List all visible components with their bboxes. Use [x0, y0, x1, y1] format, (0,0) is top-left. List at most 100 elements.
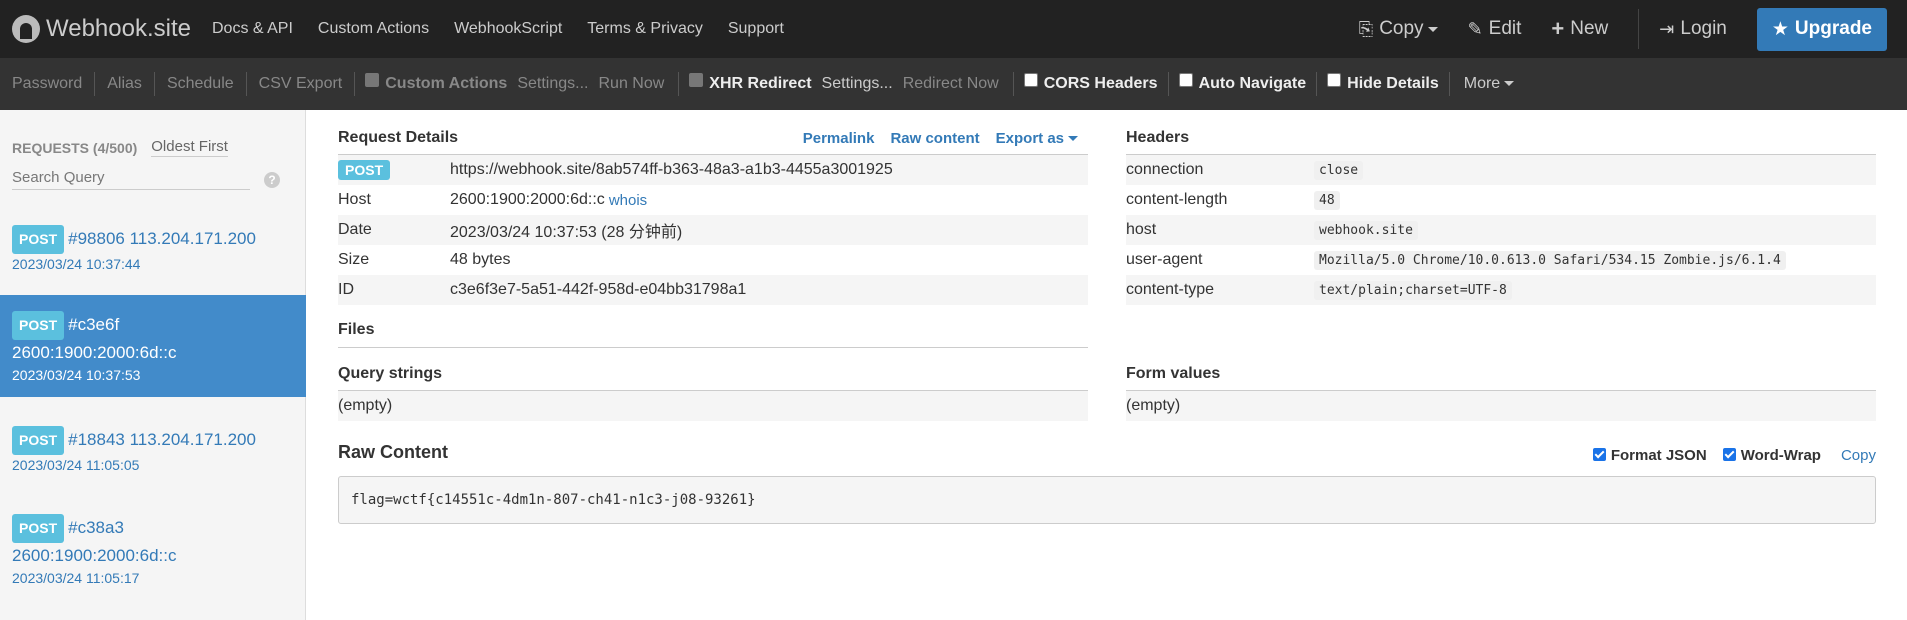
- custom-actions-toggle[interactable]: Custom Actions: [355, 73, 517, 93]
- header-row: user-agent Mozilla/5.0 Chrome/10.0.613.0…: [1126, 245, 1876, 275]
- more-dropdown[interactable]: More: [1450, 75, 1515, 93]
- xhr-redirect-label: XHR Redirect: [709, 75, 812, 92]
- copy-icon: ⎘: [1358, 18, 1374, 39]
- request-date: 2023/03/24 11:05:17: [12, 570, 140, 586]
- nav-custom-actions[interactable]: Custom Actions: [318, 20, 429, 38]
- id-value: c3e6f3e7-5a51-442f-958d-e04bb31798a1: [450, 281, 747, 298]
- header-key: user-agent: [1126, 251, 1203, 268]
- headers-title: Headers: [1126, 129, 1190, 146]
- webhook-logo-icon: [12, 15, 40, 43]
- word-wrap-toggle[interactable]: Word-Wrap: [1722, 446, 1821, 464]
- size-value: 48 bytes: [450, 251, 511, 268]
- post-badge: POST: [12, 426, 65, 455]
- request-title: #98806 113.204.171.200: [68, 229, 256, 248]
- post-badge: POST: [338, 160, 391, 180]
- new-button[interactable]: + New: [1551, 16, 1608, 42]
- format-json-checkbox[interactable]: [1592, 447, 1606, 461]
- auto-navigate-toggle[interactable]: Auto Navigate: [1169, 73, 1317, 93]
- nav-actions: ⎘ Copy ✎ Edit + New ⇥ Login ★ Upgrade: [1359, 0, 1907, 58]
- login-button[interactable]: ⇥ Login: [1659, 18, 1727, 40]
- nav-support[interactable]: Support: [728, 20, 784, 38]
- auto-navigate-checkbox[interactable]: [1178, 73, 1193, 87]
- date-label: Date: [338, 221, 372, 238]
- id-row: ID c3e6f3e7-5a51-442f-958d-e04bb31798a1: [338, 275, 1088, 305]
- form-values-title: Form values: [1126, 365, 1221, 382]
- raw-content-text: flag=wctf{c14551c-4dm1n-807-ch41-n1c3-j0…: [351, 492, 756, 508]
- copy-button[interactable]: ⎘ Copy: [1359, 18, 1438, 40]
- host-row: Host 2600:1900:2000:6d::c whois: [338, 185, 1088, 215]
- raw-content-box[interactable]: flag=wctf{c14551c-4dm1n-807-ch41-n1c3-j0…: [338, 476, 1876, 524]
- query-strings-row: (empty): [338, 391, 1088, 421]
- request-list-item[interactable]: POST #c38a3 2600:1900:2000:6d::c 2023/03/…: [0, 514, 306, 586]
- login-label: Login: [1680, 18, 1727, 39]
- upgrade-label: Upgrade: [1794, 18, 1872, 39]
- alias-button[interactable]: Alias: [95, 75, 154, 93]
- more-label: More: [1463, 75, 1501, 92]
- cors-headers-checkbox[interactable]: [1023, 73, 1038, 87]
- nav-terms-privacy[interactable]: Terms & Privacy: [587, 20, 703, 38]
- chevron-down-icon: [1427, 26, 1438, 32]
- header-row: host webhook.site: [1126, 215, 1876, 245]
- date-row: Date 2023/03/24 10:37:53 (28 分钟前): [338, 215, 1088, 245]
- xhr-redirect-toggle[interactable]: XHR Redirect: [679, 73, 821, 93]
- brand[interactable]: Webhook.site: [0, 0, 200, 58]
- copy-raw-link[interactable]: Copy: [1841, 447, 1876, 464]
- word-wrap-checkbox[interactable]: [1722, 447, 1736, 461]
- header-value: close: [1314, 160, 1364, 180]
- schedule-button[interactable]: Schedule: [155, 75, 246, 93]
- plus-icon: +: [1551, 16, 1565, 41]
- format-json-toggle[interactable]: Format JSON: [1592, 446, 1707, 464]
- password-button[interactable]: Password: [0, 75, 94, 93]
- export-as-label: Export as: [995, 129, 1064, 147]
- header-key: content-type: [1126, 281, 1215, 298]
- post-badge: POST: [12, 514, 65, 543]
- id-label: ID: [338, 281, 354, 298]
- request-list-item-active[interactable]: POST #c3e6f 2600:1900:2000:6d::c 2023/03/…: [0, 295, 306, 397]
- redirect-now-button[interactable]: Redirect Now: [903, 75, 999, 93]
- whois-link[interactable]: whois: [609, 192, 647, 209]
- xhr-redirect-checkbox[interactable]: [689, 73, 704, 87]
- format-json-label: Format JSON: [1610, 446, 1707, 464]
- upgrade-button[interactable]: ★ Upgrade: [1756, 7, 1887, 51]
- requests-count: REQUESTS (4/500): [12, 139, 138, 156]
- nav-docs-api[interactable]: Docs & API: [212, 20, 293, 38]
- edit-button[interactable]: ✎ Edit: [1468, 18, 1522, 40]
- request-title-line1: #c38a3: [68, 518, 124, 537]
- raw-content-link[interactable]: Raw content: [890, 130, 979, 147]
- request-url-link[interactable]: https://webhook.site/8ab574ff-b363-48a3-…: [450, 161, 893, 179]
- request-details-panel: Request Details Permalink Raw content Ex…: [338, 126, 1088, 421]
- header-row: content-type text/plain;charset=UTF-8: [1126, 275, 1876, 305]
- search-query-input[interactable]: Search Query: [12, 169, 250, 190]
- size-row: Size 48 bytes: [338, 245, 1088, 275]
- request-title-line1: #c3e6f: [68, 315, 120, 334]
- divider: [338, 347, 1088, 348]
- help-icon[interactable]: ?: [264, 171, 280, 188]
- run-now-button[interactable]: Run Now: [598, 75, 664, 93]
- custom-actions-checkbox[interactable]: [365, 73, 380, 87]
- header-row: connection close: [1126, 155, 1876, 185]
- hide-details-checkbox[interactable]: [1327, 73, 1342, 87]
- post-badge: POST: [12, 225, 65, 254]
- csv-export-button[interactable]: CSV Export: [247, 75, 355, 93]
- url-row: POST https://webhook.site/8ab574ff-b363-…: [338, 155, 1088, 185]
- star-icon: ★: [1771, 18, 1789, 40]
- word-wrap-label: Word-Wrap: [1740, 446, 1821, 464]
- request-list-item[interactable]: POST #18843 113.204.171.200 2023/03/24 11…: [0, 426, 306, 473]
- permalink-link[interactable]: Permalink: [803, 130, 875, 147]
- form-values-value: (empty): [1126, 397, 1181, 414]
- auto-navigate-label: Auto Navigate: [1198, 75, 1307, 92]
- cors-headers-toggle[interactable]: CORS Headers: [1014, 73, 1168, 93]
- cors-headers-label: CORS Headers: [1043, 75, 1158, 92]
- header-value: 48: [1314, 190, 1340, 210]
- custom-actions-settings-link[interactable]: Settings...: [517, 75, 588, 93]
- sort-oldest-first-button[interactable]: Oldest First: [151, 138, 228, 157]
- xhr-settings-link[interactable]: Settings...: [822, 75, 893, 93]
- request-list-item[interactable]: POST #98806 113.204.171.200 2023/03/24 10…: [0, 225, 306, 272]
- settings-toolbar: Password Alias Schedule CSV Export Custo…: [0, 58, 1907, 110]
- export-as-dropdown[interactable]: Export as: [996, 130, 1078, 147]
- host-value: 2600:1900:2000:6d::c: [450, 191, 605, 208]
- login-icon: ⇥: [1659, 18, 1675, 39]
- header-key: connection: [1126, 161, 1204, 178]
- hide-details-toggle[interactable]: Hide Details: [1317, 73, 1449, 93]
- nav-webhookscript[interactable]: WebhookScript: [454, 20, 562, 38]
